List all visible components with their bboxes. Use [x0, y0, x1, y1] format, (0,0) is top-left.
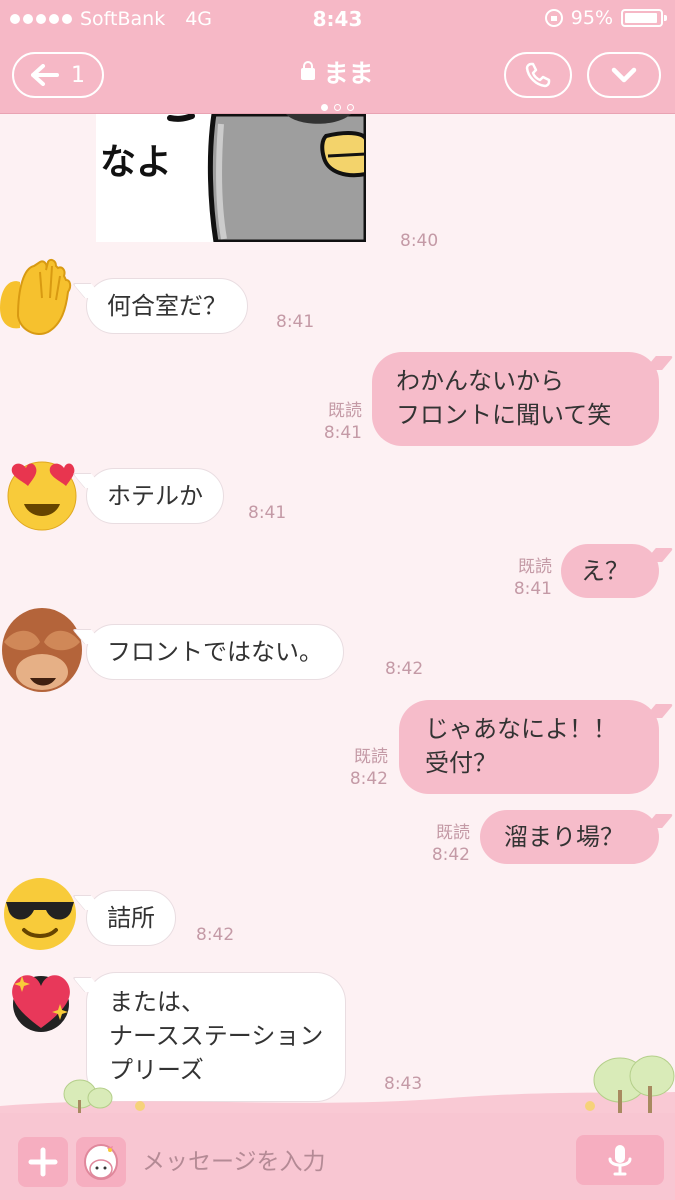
message-input[interactable] [132, 1139, 562, 1185]
penguin-sticker[interactable]: なよ [96, 114, 366, 242]
message-time: 8:40 [400, 231, 439, 251]
message-bubble[interactable]: 詰所 [86, 890, 176, 946]
chevron-down-icon [611, 67, 637, 83]
chat-header: 1 まま [0, 38, 675, 114]
page-dot [347, 104, 354, 111]
message-bubble[interactable]: 何合室だ？ [86, 278, 248, 334]
call-button[interactable] [504, 52, 572, 98]
menu-button[interactable] [587, 52, 661, 98]
message-bubble[interactable]: え？ [561, 544, 659, 598]
sunglasses-face-icon[interactable] [2, 876, 78, 952]
sticker-text: なよ [100, 142, 172, 183]
heart-eyes-face-icon[interactable] [4, 456, 80, 532]
message-time: 8:42 [349, 769, 388, 789]
voice-button[interactable] [576, 1135, 664, 1185]
read-label: 既読 [354, 747, 388, 767]
chat-title: まま [323, 59, 374, 88]
add-button[interactable] [18, 1137, 68, 1187]
status-bar: SoftBank 4G 8:43 95% [0, 0, 675, 38]
sparkling-heart-icon[interactable] [6, 964, 82, 1040]
read-label: 既読 [328, 401, 362, 421]
read-receipt: 既読 8:42 [426, 822, 470, 866]
message-time: 8:42 [196, 925, 235, 945]
microphone-icon [608, 1145, 632, 1176]
read-receipt: 既読 8:41 [508, 556, 552, 600]
battery-percent: 95% [570, 7, 613, 29]
message-time: 8:42 [385, 659, 424, 679]
message-time: 8:41 [513, 579, 552, 599]
plus-icon [28, 1147, 58, 1177]
read-receipt: 既読 8:42 [344, 746, 388, 790]
page-indicator [0, 96, 675, 115]
message-bubble[interactable]: じゃあなによ！！ 受付？ [399, 700, 659, 794]
read-label: 既読 [436, 823, 470, 843]
message-bubble[interactable]: わかんないから フロントに聞いて笑 [372, 352, 659, 446]
page-dot [321, 104, 328, 111]
my-melody-icon [84, 1144, 118, 1180]
message-bubble[interactable]: フロントではない。 [86, 624, 344, 680]
raised-hands-icon[interactable] [0, 258, 76, 335]
status-right: 95% [544, 7, 667, 29]
battery-icon [621, 9, 667, 27]
message-input-bar [0, 1113, 675, 1200]
sticker-button[interactable] [76, 1137, 126, 1187]
message-time: 8:41 [323, 423, 362, 443]
rotation-lock-icon [544, 9, 563, 27]
read-receipt: 既読 8:41 [318, 400, 362, 444]
penguin-sticker-image: なよ [96, 114, 366, 242]
read-label: 既読 [518, 557, 552, 577]
message-time: 8:42 [431, 845, 470, 865]
scenery-background [0, 1055, 675, 1118]
page-dot [334, 104, 341, 111]
phone-icon [525, 62, 551, 88]
chat-title-wrap[interactable]: まま [0, 54, 675, 90]
see-no-evil-monkey-icon[interactable] [0, 598, 82, 692]
message-time: 8:41 [248, 503, 287, 523]
message-time: 8:41 [276, 312, 315, 332]
lock-icon [301, 61, 316, 80]
message-bubble[interactable]: ホテルか [86, 468, 224, 524]
message-bubble[interactable]: 溜まり場？ [480, 810, 659, 864]
